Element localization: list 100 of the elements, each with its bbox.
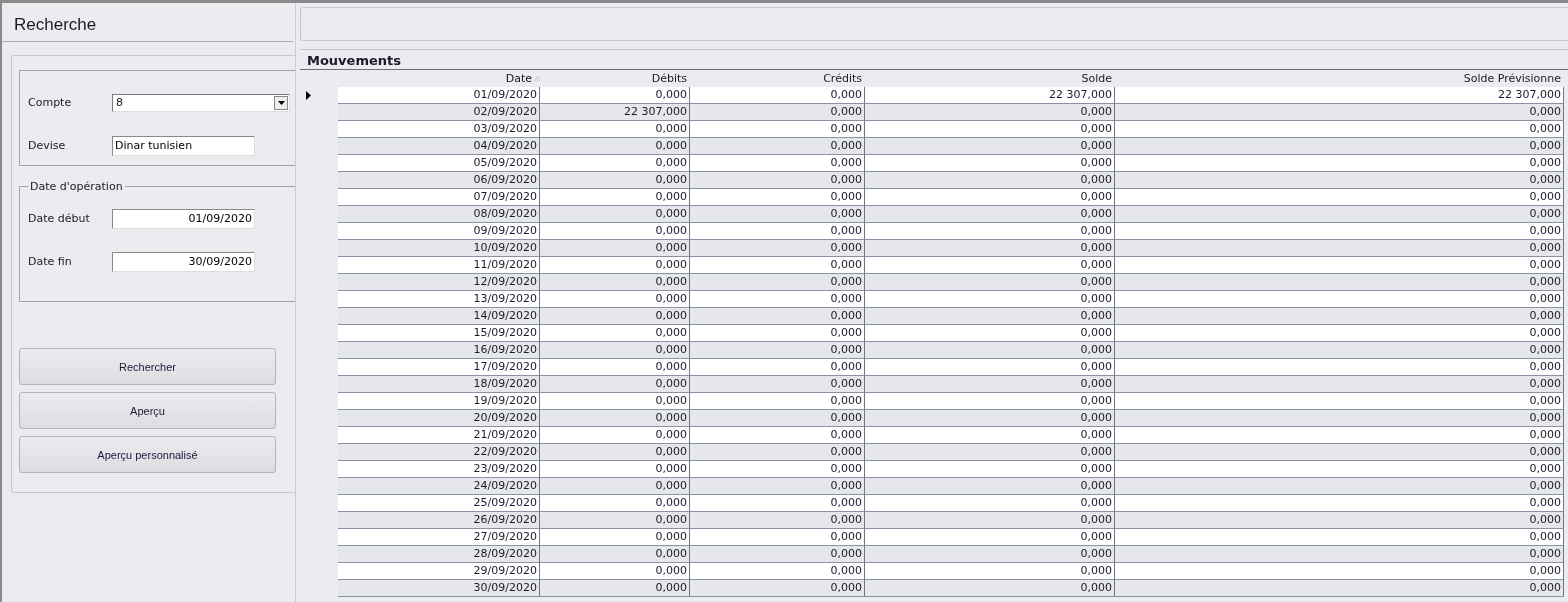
table-cell: 0,000 — [540, 206, 690, 223]
table-cell: 08/09/2020 — [338, 206, 540, 223]
table-cell: 0,000 — [865, 359, 1115, 376]
table-cell: 0,000 — [865, 121, 1115, 138]
table-cell: 0,000 — [865, 325, 1115, 342]
table-cell: 0,000 — [1115, 206, 1564, 223]
end-date-field[interactable]: 30/09/2020 — [112, 251, 255, 272]
table-cell: 28/09/2020 — [338, 546, 540, 563]
table-cell: 0,000 — [540, 342, 690, 359]
table-cell: 0,000 — [690, 274, 865, 291]
account-dropdown[interactable]: 8 — [112, 93, 290, 112]
table-cell: 22 307,000 — [1115, 87, 1564, 104]
table-cell: 0,000 — [690, 325, 865, 342]
table-cell: 14/09/2020 — [338, 308, 540, 325]
table-cell: 0,000 — [1115, 444, 1564, 461]
table-cell: 0,000 — [690, 563, 865, 580]
table-cell: 22 307,000 — [540, 104, 690, 121]
table-cell: 0,000 — [865, 155, 1115, 172]
table-cell: 0,000 — [690, 138, 865, 155]
table-cell: 10/09/2020 — [338, 240, 540, 257]
table-cell: 0,000 — [690, 376, 865, 393]
table-cell: 0,000 — [540, 223, 690, 240]
table-cell: 0,000 — [1115, 461, 1564, 478]
start-date-field[interactable]: 01/09/2020 — [112, 208, 255, 229]
action-button[interactable]: Rechercher — [19, 348, 276, 385]
table-cell: 0,000 — [540, 376, 690, 393]
table-cell: 0,000 — [1115, 274, 1564, 291]
table-cell: 0,000 — [1115, 512, 1564, 529]
column-header[interactable]: Crédits — [690, 70, 865, 87]
table-cell: 0,000 — [540, 189, 690, 206]
table-cell: 0,000 — [540, 495, 690, 512]
table-cell: 19/09/2020 — [338, 393, 540, 410]
table-cell: 0,000 — [540, 461, 690, 478]
table-cell: 0,000 — [865, 478, 1115, 495]
table-cell: 0,000 — [540, 359, 690, 376]
table-cell: 0,000 — [1115, 427, 1564, 444]
table-cell: 0,000 — [690, 104, 865, 121]
table-cell: 0,000 — [690, 393, 865, 410]
table-cell: 0,000 — [1115, 308, 1564, 325]
table-cell: 0,000 — [540, 444, 690, 461]
table-cell: 0,000 — [865, 393, 1115, 410]
column-header[interactable]: Date — [338, 70, 540, 87]
table-cell: 0,000 — [540, 529, 690, 546]
field-label: Compte — [28, 96, 73, 109]
current-row-icon — [306, 91, 311, 100]
action-button[interactable]: Aperçu — [19, 392, 276, 429]
table-cell: 0,000 — [1115, 291, 1564, 308]
table-cell: 0,000 — [540, 274, 690, 291]
table-cell: 0,000 — [540, 138, 690, 155]
table-cell: 0,000 — [690, 172, 865, 189]
table-cell: 0,000 — [1115, 478, 1564, 495]
table-cell: 0,000 — [690, 410, 865, 427]
table-cell: 15/09/2020 — [338, 325, 540, 342]
table-cell: 0,000 — [865, 563, 1115, 580]
table-cell: 0,000 — [690, 478, 865, 495]
table-cell: 0,000 — [865, 104, 1115, 121]
table-cell: 01/09/2020 — [338, 87, 540, 104]
table-cell: 24/09/2020 — [338, 478, 540, 495]
table-cell: 0,000 — [540, 410, 690, 427]
table-cell: 0,000 — [690, 546, 865, 563]
table-cell: 0,000 — [865, 308, 1115, 325]
table-cell: 0,000 — [690, 529, 865, 546]
table-cell: 0,000 — [865, 206, 1115, 223]
table-cell: 0,000 — [690, 359, 865, 376]
table-cell: 0,000 — [865, 512, 1115, 529]
table-cell: 21/09/2020 — [338, 427, 540, 444]
table-cell: 0,000 — [540, 121, 690, 138]
table-cell: 0,000 — [540, 172, 690, 189]
table-cell: 05/09/2020 — [338, 155, 540, 172]
table-cell: 0,000 — [1115, 546, 1564, 563]
column-header[interactable]: Solde — [865, 70, 1115, 87]
field-label: Date fin — [28, 255, 73, 268]
column-header[interactable]: Solde Prévisionne — [1115, 70, 1564, 87]
table-cell: 04/09/2020 — [338, 138, 540, 155]
table-cell: 0,000 — [865, 257, 1115, 274]
table-cell: 23/09/2020 — [338, 461, 540, 478]
table-cell: 0,000 — [690, 87, 865, 104]
table-cell: 0,000 — [1115, 104, 1564, 121]
table-cell: 0,000 — [540, 393, 690, 410]
table-cell: 0,000 — [540, 87, 690, 104]
table-cell: 0,000 — [690, 240, 865, 257]
currency-field[interactable]: Dinar tunisien — [112, 135, 255, 156]
table-cell: 0,000 — [865, 427, 1115, 444]
table-cell: 0,000 — [540, 427, 690, 444]
table-cell: 30/09/2020 — [338, 580, 540, 597]
table-cell: 0,000 — [1115, 325, 1564, 342]
table-cell: 0,000 — [1115, 410, 1564, 427]
action-button[interactable]: Aperçu personnalisé — [19, 436, 276, 473]
table-cell: 0,000 — [865, 529, 1115, 546]
table-cell: 17/09/2020 — [338, 359, 540, 376]
table-cell: 0,000 — [865, 444, 1115, 461]
field-label: Date début — [28, 212, 91, 225]
table-cell: 20/09/2020 — [338, 410, 540, 427]
table-cell: 0,000 — [865, 580, 1115, 597]
grid-title: Mouvements — [300, 49, 1568, 70]
column-header[interactable]: Débits — [540, 70, 690, 87]
table-cell: 0,000 — [690, 223, 865, 240]
table-cell: 0,000 — [1115, 172, 1564, 189]
table-cell: 0,000 — [690, 291, 865, 308]
table-cell: 09/09/2020 — [338, 223, 540, 240]
